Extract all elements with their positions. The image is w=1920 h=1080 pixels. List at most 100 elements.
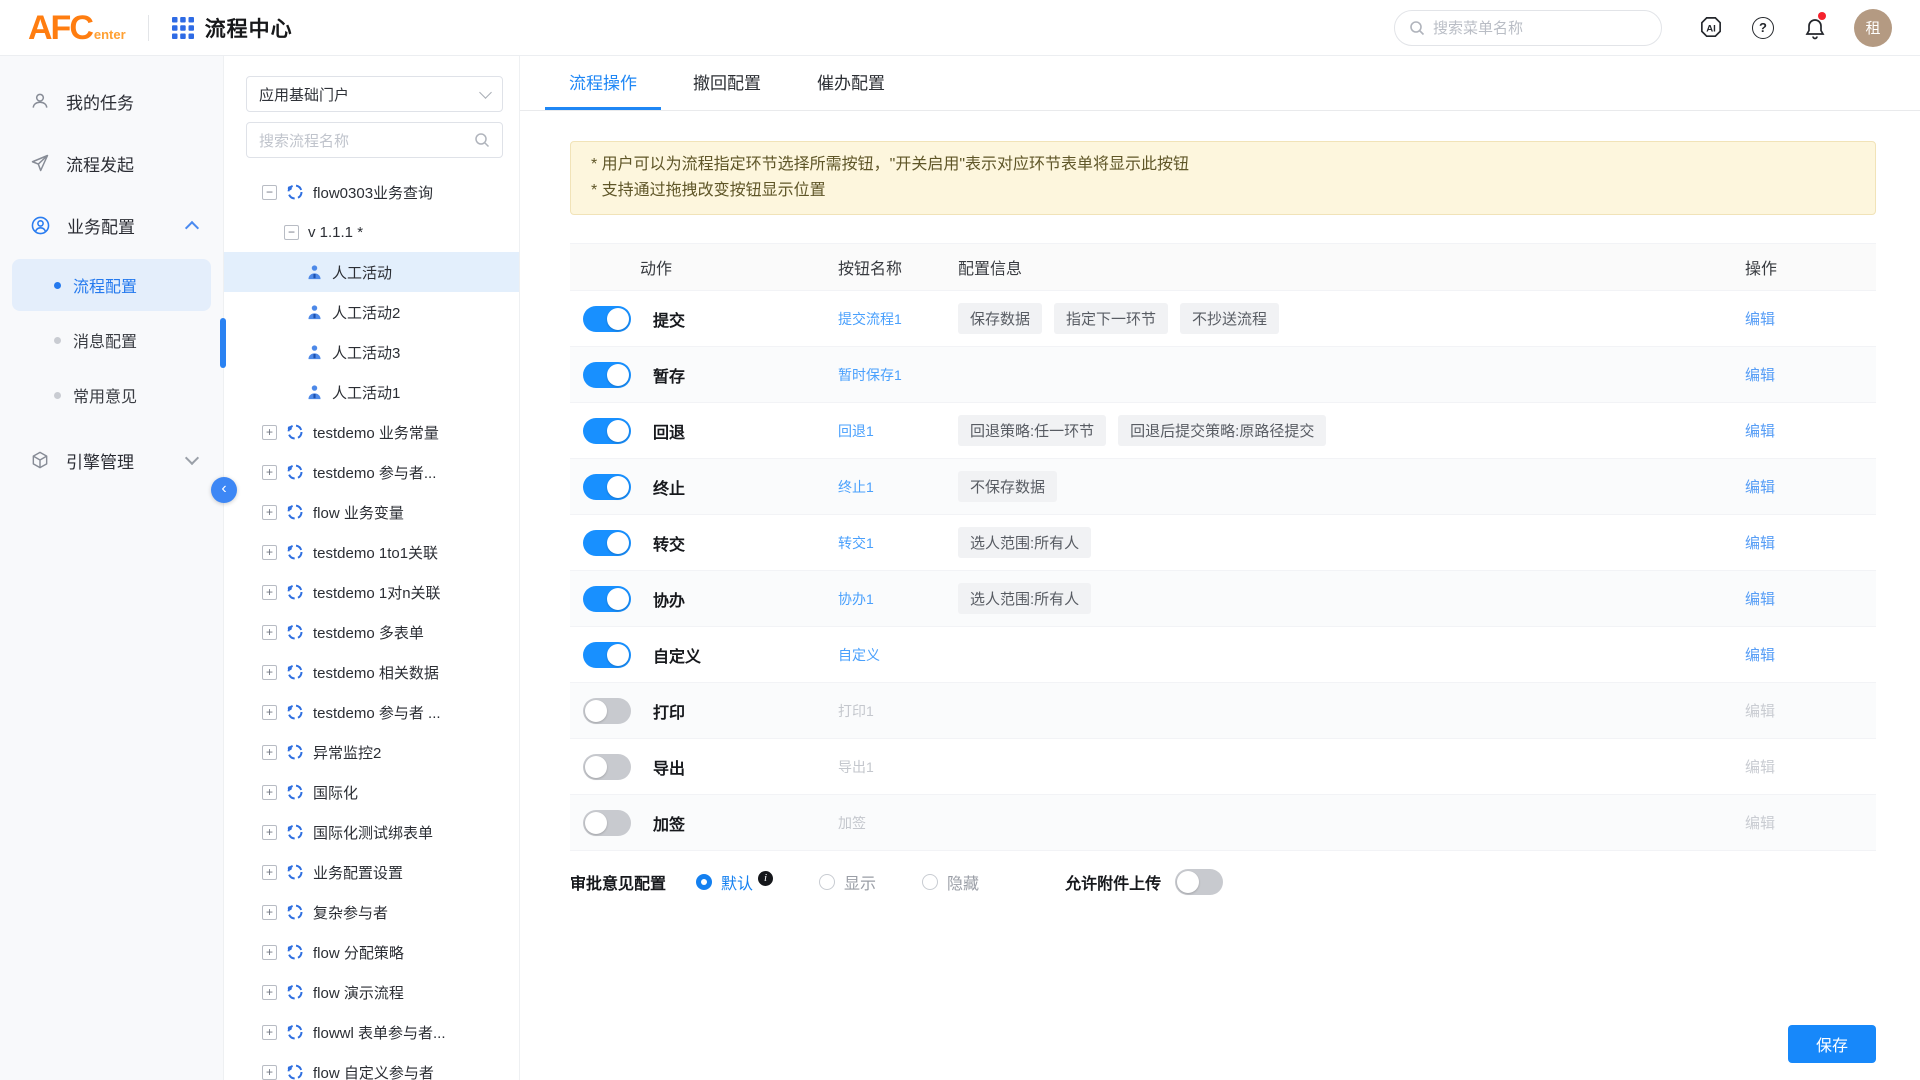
action-toggle[interactable]: [583, 474, 631, 500]
sidebar-item-my-tasks[interactable]: 我的任务: [0, 70, 223, 132]
button-name-link[interactable]: 自定义: [838, 647, 880, 663]
sidebar-item-process-config[interactable]: 流程配置: [12, 259, 211, 311]
tree-node[interactable]: flow 分配策略: [224, 932, 519, 972]
action-toggle[interactable]: [583, 418, 631, 444]
action-toggle[interactable]: [583, 754, 631, 780]
tree-node[interactable]: flowwl 表单参与者...: [224, 1012, 519, 1052]
expander-icon[interactable]: [262, 545, 277, 560]
action-toggle[interactable]: [583, 642, 631, 668]
attachment-upload-toggle[interactable]: [1175, 869, 1223, 895]
button-name-link[interactable]: 提交流程1: [838, 311, 902, 327]
expander-icon[interactable]: [284, 225, 299, 240]
table-row: 打印 打印1 编辑: [570, 683, 1876, 739]
expander-icon[interactable]: [262, 865, 277, 880]
action-toggle[interactable]: [583, 586, 631, 612]
edit-link[interactable]: 编辑: [1745, 311, 1775, 328]
opinion-radio-option[interactable]: 显示: [819, 870, 876, 894]
expander-icon[interactable]: [262, 785, 277, 800]
edit-link[interactable]: 编辑: [1745, 759, 1775, 776]
tree-node[interactable]: flow 业务变量: [224, 492, 519, 532]
button-name-link[interactable]: 回退1: [838, 423, 874, 439]
sidebar-item-process-start[interactable]: 流程发起: [0, 132, 223, 194]
edit-link[interactable]: 编辑: [1745, 647, 1775, 664]
menu-search-input[interactable]: 搜索菜单名称: [1394, 10, 1662, 46]
tree-node[interactable]: testdemo 多表单: [224, 612, 519, 652]
edit-link[interactable]: 编辑: [1745, 535, 1775, 552]
process-search-input[interactable]: 搜索流程名称: [246, 122, 503, 158]
sidebar-collapse-button[interactable]: [211, 477, 237, 503]
sidebar-item-engine-management[interactable]: 引擎管理: [0, 429, 223, 491]
tree-node[interactable]: 人工活动1: [224, 372, 519, 412]
tree-node[interactable]: flow 演示流程: [224, 972, 519, 1012]
tab-process-actions[interactable]: 流程操作: [545, 56, 661, 110]
button-name-link[interactable]: 协办1: [838, 591, 874, 607]
button-name-link[interactable]: 转交1: [838, 535, 874, 551]
tree-node[interactable]: 异常监控2: [224, 732, 519, 772]
expander-icon[interactable]: [262, 465, 277, 480]
expander-icon[interactable]: [262, 185, 277, 200]
cycle-icon: [286, 463, 304, 481]
expander-icon[interactable]: [262, 425, 277, 440]
save-button[interactable]: 保存: [1788, 1025, 1876, 1063]
action-toggle[interactable]: [583, 810, 631, 836]
app-select-dropdown[interactable]: 应用基础门户: [246, 76, 503, 112]
expander-icon[interactable]: [262, 745, 277, 760]
edit-link[interactable]: 编辑: [1745, 815, 1775, 832]
expander-icon[interactable]: [262, 945, 277, 960]
tree-node[interactable]: flow0303业务查询: [224, 172, 519, 212]
tree-node[interactable]: testdemo 1to1关联: [224, 532, 519, 572]
tree-node[interactable]: 人工活动2: [224, 292, 519, 332]
tree-node[interactable]: 国际化测试绑表单: [224, 812, 519, 852]
action-toggle[interactable]: [583, 362, 631, 388]
action-toggle[interactable]: [583, 530, 631, 556]
button-name-link[interactable]: 终止1: [838, 479, 874, 495]
sidebar-item-business-config[interactable]: 业务配置: [0, 194, 223, 256]
expander-icon[interactable]: [262, 825, 277, 840]
action-toggle[interactable]: [583, 306, 631, 332]
expander-icon[interactable]: [262, 1025, 277, 1040]
button-name-link[interactable]: 打印1: [838, 703, 874, 719]
button-name-link[interactable]: 导出1: [838, 759, 874, 775]
edit-link[interactable]: 编辑: [1745, 367, 1775, 384]
tree-node[interactable]: flow 自定义参与者: [224, 1052, 519, 1080]
tab-urge-config[interactable]: 催办配置: [793, 56, 909, 110]
edit-link[interactable]: 编辑: [1745, 479, 1775, 496]
expander-icon[interactable]: [262, 905, 277, 920]
expander-icon[interactable]: [262, 505, 277, 520]
config-tag: 选人范围:所有人: [958, 583, 1091, 614]
tree-node[interactable]: 人工活动3: [224, 332, 519, 372]
button-name-link[interactable]: 暂时保存1: [838, 367, 902, 383]
tree-node[interactable]: 业务配置设置: [224, 852, 519, 892]
sidebar-item-message-config[interactable]: 消息配置: [12, 314, 211, 366]
opinion-radio-option[interactable]: 隐藏: [922, 870, 979, 894]
ai-assistant-icon[interactable]: AI: [1698, 15, 1724, 41]
bell-icon[interactable]: [1802, 15, 1828, 41]
edit-link[interactable]: 编辑: [1745, 703, 1775, 720]
tree-node[interactable]: testdemo 参与者...: [224, 452, 519, 492]
tree-node[interactable]: 复杂参与者: [224, 892, 519, 932]
button-name-link[interactable]: 加签: [838, 815, 866, 831]
tree-node[interactable]: testdemo 业务常量: [224, 412, 519, 452]
action-toggle[interactable]: [583, 698, 631, 724]
tree-node[interactable]: 人工活动: [224, 252, 519, 292]
opinion-radio-option[interactable]: 默认: [696, 870, 773, 894]
tree-node[interactable]: testdemo 1对n关联: [224, 572, 519, 612]
edit-link[interactable]: 编辑: [1745, 591, 1775, 608]
tree-node[interactable]: v 1.1.1 *: [224, 212, 519, 252]
expander-icon[interactable]: [262, 1065, 277, 1080]
tree-node[interactable]: 国际化: [224, 772, 519, 812]
tree-node[interactable]: testdemo 相关数据: [224, 652, 519, 692]
info-icon[interactable]: [758, 871, 773, 886]
edit-link[interactable]: 编辑: [1745, 423, 1775, 440]
expander-icon[interactable]: [262, 985, 277, 1000]
expander-icon[interactable]: [262, 585, 277, 600]
expander-icon[interactable]: [262, 625, 277, 640]
sidebar-item-common-opinions[interactable]: 常用意见: [12, 369, 211, 421]
expander-icon[interactable]: [262, 665, 277, 680]
help-icon[interactable]: [1750, 15, 1776, 41]
tab-withdraw-config[interactable]: 撤回配置: [669, 56, 785, 110]
avatar[interactable]: 租: [1854, 9, 1892, 47]
expander-icon[interactable]: [262, 705, 277, 720]
radio-icon: [819, 874, 835, 890]
tree-node[interactable]: testdemo 参与者 ...: [224, 692, 519, 732]
